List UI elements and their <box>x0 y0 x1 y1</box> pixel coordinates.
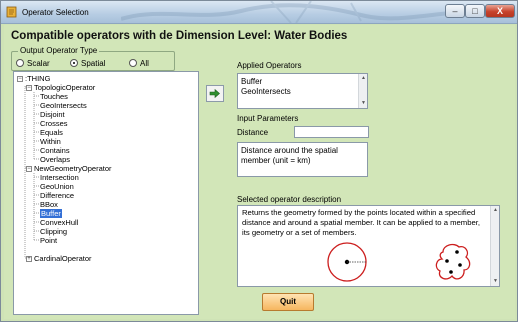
tree-item[interactable]: Within <box>40 137 61 146</box>
operator-selection-window: Operator Selection – □ X Compatible oper… <box>0 0 518 322</box>
tree-item[interactable]: Touches <box>40 92 68 101</box>
maximize-button[interactable]: □ <box>465 4 485 18</box>
tree-item[interactable]: Difference <box>40 191 74 200</box>
titlebar-decoration <box>121 1 481 23</box>
output-type-label: Output Operator Type <box>18 46 100 55</box>
radio-scalar[interactable]: Scalar <box>16 58 50 68</box>
output-type-group: Output Operator Type Scalar Spatial All <box>11 46 175 71</box>
tree-item[interactable]: Intersection <box>40 173 79 182</box>
operator-description-box: Returns the geometry formed by the point… <box>237 205 500 287</box>
tree-group-cardinal[interactable]: + CardinalOperator <box>26 254 92 263</box>
tree-item[interactable]: GeoUnion <box>40 182 74 191</box>
distance-input[interactable] <box>294 126 369 138</box>
tree-item[interactable]: Clipping <box>40 227 67 236</box>
tree-item[interactable]: Equals <box>40 128 63 137</box>
close-button[interactable]: X <box>485 4 515 18</box>
page-title: Compatible operators with de Dimension L… <box>11 30 348 42</box>
tree-item[interactable]: BBox <box>40 200 58 209</box>
operator-tree[interactable]: −:THING − TopologicOperator Touches GeoIn… <box>13 71 199 315</box>
scroll-up-icon[interactable]: ▲ <box>492 207 499 214</box>
window-title: Operator Selection <box>22 8 89 17</box>
collapse-icon[interactable]: − <box>26 85 32 92</box>
add-operator-button[interactable] <box>206 85 224 102</box>
tree-item[interactable]: GeoIntersects <box>40 101 87 110</box>
quit-button[interactable]: Quit <box>262 293 314 311</box>
tree-group-newgeometry[interactable]: − NewGeometryOperator <box>26 164 112 173</box>
tree-item[interactable]: Point <box>40 236 57 245</box>
tree-group-topologic[interactable]: − TopologicOperator <box>26 83 95 92</box>
distance-description: Distance around the spatial member (unit… <box>237 142 368 177</box>
input-parameters-label: Input Parameters <box>237 114 299 123</box>
scroll-down-icon[interactable]: ▼ <box>360 100 367 107</box>
tree-item[interactable]: Crosses <box>40 119 68 128</box>
tree-item[interactable]: Overlaps <box>40 155 70 164</box>
app-icon <box>6 6 17 18</box>
applied-operators-list[interactable]: Buffer GeoIntersects ▲ ▼ <box>237 73 368 109</box>
dialog-body: Compatible operators with de Dimension L… <box>4 25 515 319</box>
tree-item[interactable]: Disjoint <box>40 110 65 119</box>
tree-item-selected[interactable]: Buffer <box>40 209 62 218</box>
distance-label: Distance <box>237 128 269 137</box>
minimize-button[interactable]: – <box>445 4 465 18</box>
radio-scalar-dot[interactable] <box>16 59 24 67</box>
collapse-icon[interactable]: − <box>26 166 32 173</box>
expand-icon[interactable]: + <box>26 256 32 263</box>
radio-all[interactable]: All <box>129 58 149 68</box>
buffer-illustration <box>327 242 471 282</box>
tree-root[interactable]: −:THING <box>17 74 50 83</box>
radio-spatial[interactable]: Spatial <box>70 58 105 68</box>
radio-spatial-dot[interactable] <box>70 59 78 67</box>
description-scrollbar[interactable]: ▲ ▼ <box>490 206 499 286</box>
operator-description-text: Returns the geometry formed by the point… <box>242 208 481 237</box>
list-item[interactable]: Buffer <box>241 77 262 86</box>
title-bar[interactable]: Operator Selection – □ X <box>1 1 517 24</box>
list-item[interactable]: GeoIntersects <box>241 87 291 96</box>
applied-operators-label: Applied Operators <box>237 61 302 70</box>
selected-description-label: Selected operator description <box>237 195 342 204</box>
applied-scrollbar[interactable]: ▲ ▼ <box>358 74 367 108</box>
tree-item[interactable]: Contains <box>40 146 70 155</box>
scroll-up-icon[interactable]: ▲ <box>360 75 367 82</box>
scroll-down-icon[interactable]: ▼ <box>492 278 499 285</box>
add-arrow-icon <box>209 88 220 99</box>
tree-item[interactable]: ConvexHull <box>40 218 78 227</box>
collapse-icon[interactable]: − <box>17 76 23 83</box>
radio-all-dot[interactable] <box>129 59 137 67</box>
